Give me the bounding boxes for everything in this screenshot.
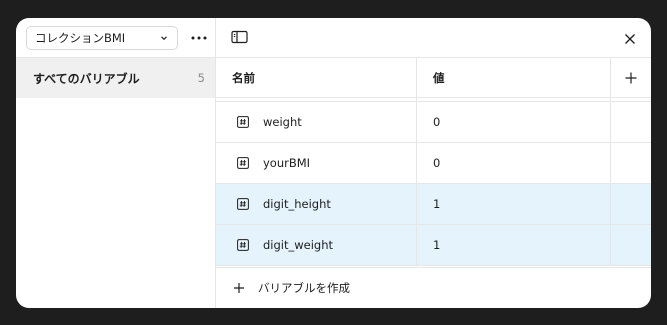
number-variable-icon <box>237 116 249 128</box>
variable-value-cell[interactable]: 1 <box>417 184 611 224</box>
number-variable-icon <box>237 157 249 169</box>
variable-value: 1 <box>433 238 441 252</box>
number-variable-icon <box>237 198 249 210</box>
variable-value: 0 <box>433 115 441 129</box>
variable-value-cell[interactable]: 1 <box>417 225 611 265</box>
variable-name: yourBMI <box>263 156 311 170</box>
table-row[interactable]: digit_weight 1 <box>216 225 651 266</box>
variable-value-cell[interactable]: 0 <box>417 102 611 142</box>
variable-name: digit_weight <box>263 238 334 252</box>
close-icon <box>625 34 635 44</box>
plus-icon <box>625 72 637 83</box>
toolbar <box>216 18 651 58</box>
variable-value: 0 <box>433 156 441 170</box>
variable-value-cell[interactable]: 0 <box>417 143 611 183</box>
create-variable-label: バリアブルを作成 <box>258 281 350 295</box>
variable-name: weight <box>263 115 302 129</box>
sidebar-item-label: すべてのバリアブル <box>33 71 140 86</box>
sidebar-item-all-variables[interactable]: すべてのバリアブル 5 <box>16 58 215 98</box>
collection-select[interactable]: コレクションBMI <box>26 26 178 50</box>
add-column-button[interactable] <box>624 71 638 85</box>
number-variable-icon <box>237 239 249 251</box>
empty-cell <box>611 102 651 142</box>
empty-cell <box>611 225 651 265</box>
more-horizontal-icon <box>191 36 207 40</box>
variable-name-cell[interactable]: weight <box>216 102 417 142</box>
table-row[interactable]: yourBMI 0 <box>216 143 651 184</box>
variables-table: weight 0 yourBMI 0 digit_height 1 digit_… <box>216 98 651 267</box>
variable-name-cell[interactable]: digit_weight <box>216 225 417 265</box>
toggle-sidebar-button[interactable] <box>231 30 249 46</box>
column-header-value: 値 <box>417 58 611 97</box>
sidebar-item-count: 5 <box>197 71 205 85</box>
chevron-down-icon <box>159 33 169 43</box>
sidebar-header: コレクションBMI <box>16 18 215 58</box>
empty-cell <box>611 184 651 224</box>
plus-icon <box>233 282 245 294</box>
sidebar: コレクションBMI すべてのバリアブル 5 <box>16 18 216 308</box>
table-row[interactable]: weight 0 <box>216 102 651 143</box>
variables-panel: コレクションBMI すべてのバリアブル 5 名前 値 weight 0 your… <box>16 18 651 308</box>
more-options-button[interactable] <box>188 30 210 46</box>
sidebar-toggle-icon <box>231 30 248 44</box>
close-button[interactable] <box>623 31 637 45</box>
add-column-cell <box>611 58 651 97</box>
table-row[interactable]: digit_height 1 <box>216 184 651 225</box>
main-area: 名前 値 weight 0 yourBMI 0 digit_height 1 d… <box>216 18 651 308</box>
variable-name-cell[interactable]: digit_height <box>216 184 417 224</box>
variable-value: 1 <box>433 197 441 211</box>
variable-name-cell[interactable]: yourBMI <box>216 143 417 183</box>
empty-cell <box>611 143 651 183</box>
table-header: 名前 値 <box>216 58 651 98</box>
column-header-name: 名前 <box>216 58 417 97</box>
collection-select-label: コレクションBMI <box>35 31 126 45</box>
variable-name: digit_height <box>263 197 331 211</box>
create-variable-button[interactable]: バリアブルを作成 <box>216 267 651 308</box>
